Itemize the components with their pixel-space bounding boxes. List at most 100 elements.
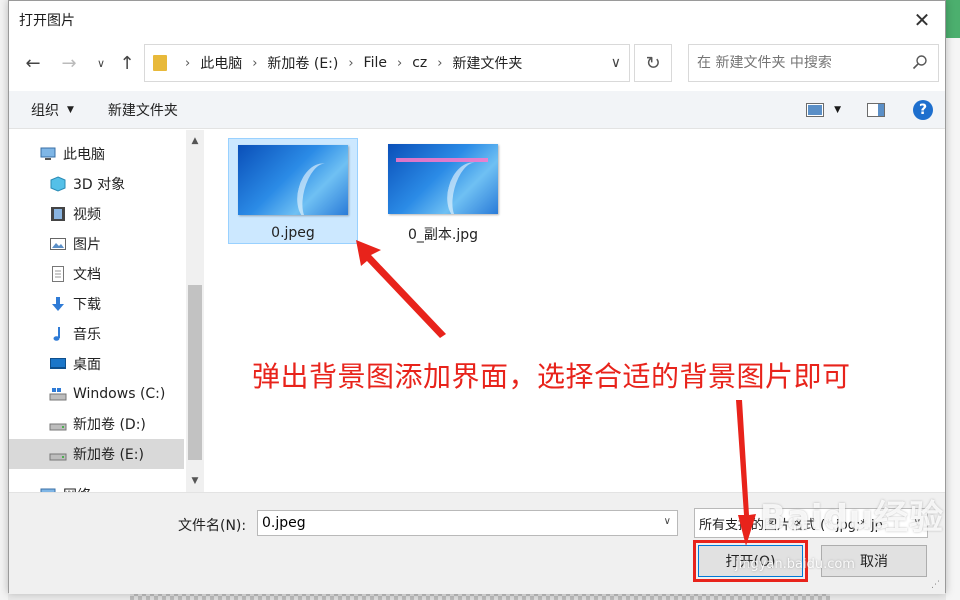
nav-item-label: 新加卷 (E:) (73, 447, 144, 463)
address-bar[interactable]: › 此电脑 › 新加卷 (E:) › File › cz › 新建文件夹 ∨ (144, 44, 630, 82)
scroll-thumb[interactable] (188, 285, 202, 460)
nav-item-pictures[interactable]: 图片 (9, 229, 184, 259)
file-item-0-copy-jpg[interactable]: 0_副本.jpg (378, 138, 508, 244)
breadcrumb-separator-icon: › (396, 55, 403, 71)
new-folder-button[interactable]: 新建文件夹 (86, 100, 190, 120)
breadcrumb-separator-icon: › (437, 55, 443, 71)
nav-item-label: 此电脑 (63, 147, 105, 163)
nav-item-music[interactable]: 音乐 (9, 319, 184, 349)
breadcrumb-item-this-pc[interactable]: 此电脑 (200, 53, 242, 73)
file-name: 0.jpeg (271, 225, 315, 241)
nav-scrollbar[interactable]: ▲ ▼ (186, 130, 204, 492)
background-right (946, 0, 960, 600)
nav-item-label: 3D 对象 (73, 177, 126, 193)
chevron-down-icon: ∨ (610, 55, 621, 71)
chevron-down-icon[interactable]: ∨ (664, 516, 671, 527)
close-button[interactable]: ✕ (899, 1, 945, 39)
back-button[interactable]: ← (21, 44, 45, 82)
breadcrumb-separator-icon: › (185, 55, 191, 71)
arrow-left-icon: ← (25, 52, 41, 74)
watermark-logo: Baidu经验 (760, 498, 945, 538)
nav-item-label: 桌面 (73, 357, 101, 373)
thumbnail-swoosh (290, 158, 346, 215)
document-icon (52, 266, 64, 282)
nav-item-label: 视频 (73, 207, 101, 223)
computer-icon (40, 147, 56, 160)
breadcrumb-item-file[interactable]: File (364, 55, 387, 71)
scroll-up-icon[interactable]: ▲ (186, 132, 204, 150)
filename-input[interactable] (262, 515, 652, 531)
breadcrumb-item-cz[interactable]: cz (412, 55, 427, 71)
image-thumbnail (388, 144, 498, 214)
music-note-icon (53, 327, 60, 341)
view-thumbnail-icon[interactable] (806, 103, 825, 117)
nav-item-network[interactable]: 网络 (9, 480, 184, 492)
nav-item-label: 文档 (73, 267, 101, 283)
recent-locations-button[interactable]: ∨ (93, 44, 109, 82)
background-left (0, 0, 8, 600)
view-options-caret-icon[interactable]: ▼ (834, 105, 841, 115)
refresh-icon: ↻ (645, 52, 661, 74)
breadcrumb-separator-icon: › (348, 55, 354, 71)
forward-button[interactable]: → (57, 44, 81, 82)
up-button[interactable]: ↑ (115, 44, 139, 82)
scroll-down-icon[interactable]: ▼ (186, 472, 204, 490)
search-input[interactable] (689, 55, 904, 71)
drive-icon (49, 453, 67, 461)
breadcrumb-separator-icon: › (252, 55, 258, 71)
arrow-right-icon: → (61, 52, 77, 74)
nav-item-drive-d[interactable]: 新加卷 (D:) (9, 409, 184, 439)
nav-item-label: 音乐 (73, 327, 101, 343)
nav-item-label: 新加卷 (D:) (73, 417, 146, 433)
desktop-icon (50, 358, 66, 369)
filename-field: ∨ (257, 510, 678, 536)
help-icon[interactable]: ? (913, 100, 933, 120)
window-title: 打开图片 (19, 13, 75, 29)
file-list: 0.jpeg 0_副本.jpg (206, 130, 945, 492)
title-bar: 打开图片 ✕ (9, 1, 945, 39)
resize-grip-icon[interactable]: ⋰ (931, 580, 943, 592)
breadcrumb: › 此电脑 › 新加卷 (E:) › File › cz › 新建文件夹 (175, 53, 522, 73)
file-name: 0_副本.jpg (407, 227, 479, 243)
refresh-button[interactable]: ↻ (634, 44, 672, 82)
windows-drive-icon (49, 388, 67, 401)
close-icon: ✕ (913, 8, 931, 32)
organize-label: 组织 (31, 102, 59, 119)
nav-item-videos[interactable]: 视频 (9, 199, 184, 229)
nav-item-label: 下载 (73, 297, 101, 313)
nav-item-label: 图片 (73, 237, 101, 253)
new-folder-label: 新建文件夹 (107, 102, 178, 119)
arrow-up-icon: ↑ (119, 52, 135, 74)
search-icon[interactable] (912, 54, 928, 70)
cube-icon (50, 176, 66, 192)
thumbnail-swoosh (440, 157, 496, 214)
nav-item-this-pc[interactable]: 此电脑 (9, 139, 184, 169)
watermark-url: jingyan.baidu.com (735, 557, 855, 572)
nav-item-downloads[interactable]: 下载 (9, 289, 184, 319)
filename-label: 文件名(N): (178, 518, 247, 534)
nav-item-desktop[interactable]: 桌面 (9, 349, 184, 379)
nav-item-drive-c[interactable]: Windows (C:) (9, 379, 184, 409)
nav-item-drive-e[interactable]: 新加卷 (E:) (9, 439, 184, 469)
address-row: ← → ∨ ↑ › 此电脑 › 新加卷 (E:) › File › cz › 新… (9, 44, 945, 82)
breadcrumb-item-drive-e[interactable]: 新加卷 (E:) (267, 53, 338, 73)
nav-item-label: 网络 (63, 485, 91, 492)
chevron-down-icon: ∨ (96, 56, 106, 70)
download-arrow-icon (52, 297, 64, 311)
nav-item-documents[interactable]: 文档 (9, 259, 184, 289)
preview-pane-icon[interactable] (867, 103, 885, 117)
thumbnail-caption-strip (396, 158, 488, 162)
annotation-text: 弹出背景图添加界面，选择合适的背景图片即可 (252, 360, 851, 393)
image-thumbnail (238, 145, 348, 215)
search-box (688, 44, 939, 82)
nav-item-3d-objects[interactable]: 3D 对象 (9, 169, 184, 199)
file-item-0-jpeg[interactable]: 0.jpeg (228, 138, 358, 244)
folder-icon (153, 55, 167, 71)
film-icon (51, 207, 65, 221)
view-controls: ▼ ? (806, 91, 945, 129)
organize-button[interactable]: 组织 ▼ (9, 100, 86, 120)
address-history-dropdown[interactable]: ∨ (611, 45, 621, 81)
breadcrumb-item-new-folder[interactable]: 新建文件夹 (452, 53, 522, 73)
caret-down-icon: ▼ (67, 104, 74, 115)
picture-icon (50, 238, 66, 250)
